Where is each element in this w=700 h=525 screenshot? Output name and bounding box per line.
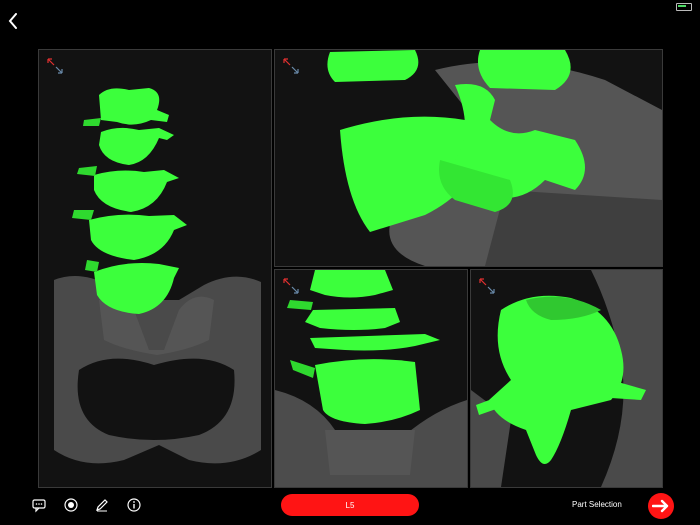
expand-arrows-icon[interactable] <box>477 276 497 296</box>
viewport-bottom-left[interactable] <box>274 269 468 488</box>
record-button[interactable] <box>62 496 80 514</box>
chevron-left-icon <box>8 13 17 29</box>
viewport-top[interactable] <box>274 49 663 267</box>
draw-button[interactable] <box>93 496 111 514</box>
back-button[interactable] <box>6 12 20 30</box>
info-button[interactable] <box>125 496 143 514</box>
viewport-bottom-right[interactable] <box>470 269 663 488</box>
next-button[interactable] <box>648 493 674 519</box>
battery-icon <box>676 3 692 11</box>
info-icon <box>127 498 141 512</box>
spine-render-front[interactable] <box>39 50 271 487</box>
selected-part-button[interactable]: L5 <box>281 494 419 516</box>
selected-part-label: L5 <box>345 500 355 510</box>
record-icon <box>64 498 78 512</box>
comment-button[interactable] <box>30 496 48 514</box>
part-selection-label: Part Selection <box>572 500 622 509</box>
pencil-icon <box>96 499 108 512</box>
expand-arrows-icon[interactable] <box>45 56 65 76</box>
expand-arrows-icon[interactable] <box>281 56 301 76</box>
spine-render-top[interactable] <box>471 270 662 487</box>
arrow-right-icon <box>652 499 669 513</box>
spine-render-oblique[interactable] <box>275 270 467 487</box>
spine-render-closeup[interactable] <box>275 50 662 266</box>
comment-icon <box>32 499 46 513</box>
viewport-main[interactable] <box>38 49 272 488</box>
expand-arrows-icon[interactable] <box>281 276 301 296</box>
